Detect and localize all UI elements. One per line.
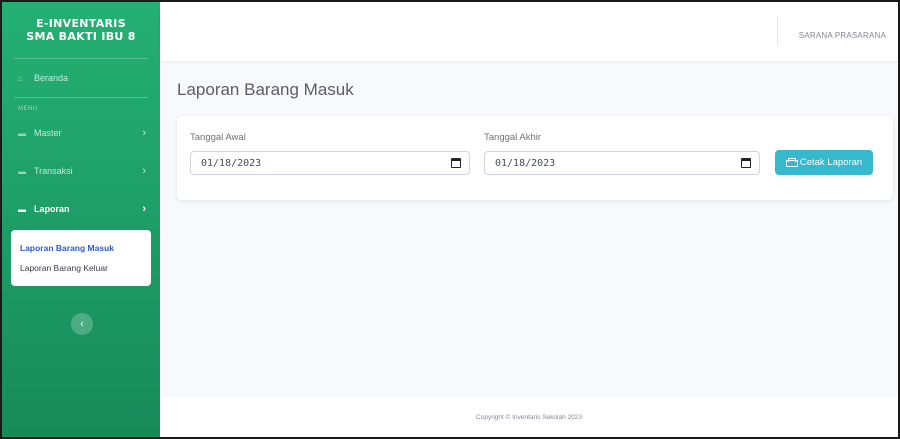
print-report-label: Cetak Laporan	[799, 157, 863, 168]
brand-logo[interactable]: E-INVENTARIS SMA BAKTI IBU 8	[2, 2, 160, 58]
start-date-value: 01/18/2023	[201, 157, 262, 169]
brand-line2: SMA BAKTI IBU 8	[26, 30, 136, 43]
print-report-button[interactable]: Cetak Laporan	[775, 150, 873, 175]
sidebar-item-label: Beranda	[34, 73, 69, 83]
start-date-input[interactable]: 01/18/2023	[190, 151, 470, 175]
main-content: SARANA PRASARANA Laporan Barang Masuk Ta…	[160, 2, 898, 437]
footer: Copyright © Inventaris Sekolah 2023	[160, 397, 898, 437]
calendar-icon[interactable]	[451, 158, 461, 168]
sidebar-item-label: Laporan	[34, 204, 70, 214]
sidebar-toggle-button[interactable]: ‹	[71, 313, 93, 335]
sidebar: E-INVENTARIS SMA BAKTI IBU 8 ⌂ Beranda M…	[2, 2, 160, 437]
chevron-right-icon: ›	[142, 127, 146, 139]
sidebar-item-master[interactable]: ▬ Master ›	[2, 114, 160, 152]
copyright-text: Copyright © Inventaris Sekolah 2023	[476, 413, 582, 421]
folder-icon: ▬	[18, 128, 26, 138]
end-date-input[interactable]: 01/18/2023	[484, 151, 760, 175]
folder-icon: ▬	[18, 204, 26, 214]
topbar: SARANA PRASARANA	[160, 2, 898, 61]
report-filter-card: Tanggal Awal 01/18/2023 Tanggal Akhir 01…	[177, 116, 893, 200]
topbar-divider	[777, 16, 778, 46]
sidebar-heading: MENU	[18, 106, 38, 112]
chevron-left-icon: ‹	[80, 318, 84, 330]
chevron-right-icon: ›	[142, 165, 146, 177]
user-menu[interactable]: SARANA PRASARANA	[799, 31, 886, 40]
sidebar-item-transaksi[interactable]: ▬ Transaksi ›	[2, 152, 160, 190]
app-window: E-INVENTARIS SMA BAKTI IBU 8 ⌂ Beranda M…	[0, 0, 900, 439]
end-date-label: Tanggal Akhir	[484, 132, 542, 143]
sidebar-item-laporan[interactable]: ▬ Laporan ›	[2, 190, 160, 228]
folder-icon: ▬	[18, 166, 26, 176]
calendar-icon[interactable]	[741, 158, 751, 168]
page-title: Laporan Barang Masuk	[177, 80, 354, 99]
printer-icon	[785, 158, 798, 167]
brand-line1: E-INVENTARIS	[36, 17, 126, 30]
sidebar-item-beranda[interactable]: ⌂ Beranda	[2, 59, 160, 97]
home-icon: ⌂	[18, 73, 23, 83]
submenu-item-laporan-barang-masuk[interactable]: Laporan Barang Masuk	[11, 238, 151, 258]
submenu-item-laporan-barang-keluar[interactable]: Laporan Barang Keluar	[11, 258, 151, 278]
laporan-submenu: Laporan Barang Masuk Laporan Barang Kelu…	[11, 230, 151, 286]
sidebar-item-label: Transaksi	[34, 166, 73, 176]
start-date-label: Tanggal Awal	[190, 132, 246, 143]
chevron-right-icon: ›	[142, 203, 146, 215]
sidebar-item-label: Master	[34, 128, 62, 138]
end-date-value: 01/18/2023	[495, 157, 556, 169]
